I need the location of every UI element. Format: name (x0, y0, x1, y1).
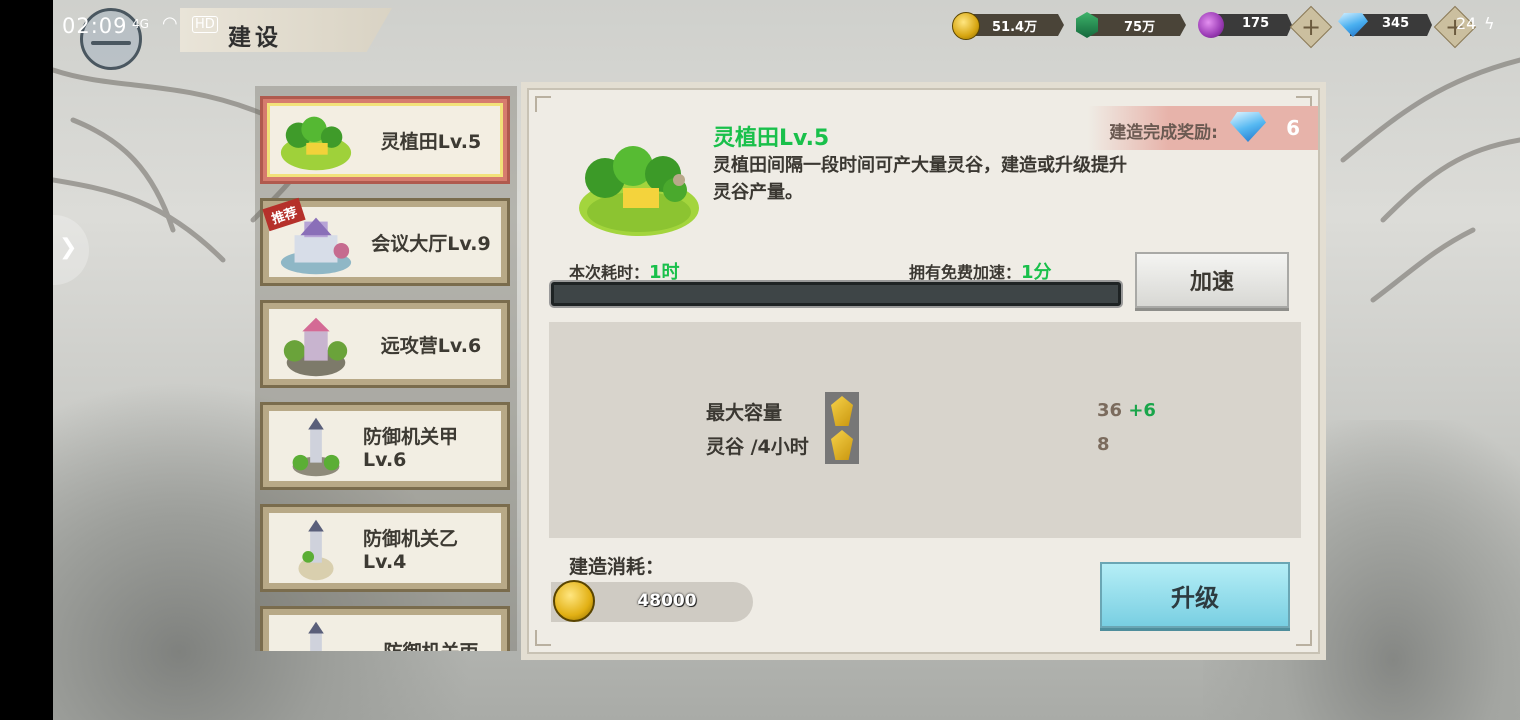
purple-orb-icon (1198, 12, 1224, 38)
building-item-defense-a[interactable]: 防御机关甲Lv.6 (260, 402, 510, 490)
building-item-label: 防御机关乙Lv.4 (363, 527, 459, 573)
gold-coin-icon (553, 580, 595, 622)
build-time-label: 本次耗时： (569, 263, 650, 282)
building-name: 灵植田Lv.5 (713, 126, 830, 151)
stat-value: 36 (1097, 400, 1123, 421)
farm-building-icon (579, 146, 699, 236)
reward-label: 建造完成奖励: (1109, 123, 1218, 143)
build-time: 本次耗时：1时 (569, 258, 680, 284)
stat-value-yield: 8 (1097, 434, 1110, 455)
completion-reward-banner: 建造完成奖励: 6 (1088, 106, 1318, 150)
building-item-label: 防御机关甲Lv.6 (363, 425, 459, 471)
defense-tower-thumbnail-icon (298, 519, 334, 581)
panel-corner (535, 630, 551, 646)
free-speedup-value: 1分 (1021, 262, 1052, 283)
building-item-label: 防御机关丙 (363, 609, 499, 652)
stats-box: 最大容量 36 +6 灵谷 /4小时 8 (549, 322, 1301, 538)
building-item-label: 灵植田Lv.5 (380, 130, 482, 153)
hd-badge: HD (192, 16, 218, 33)
jade-value: 75万 (1124, 20, 1156, 35)
diamond-icon (1230, 112, 1266, 142)
build-cost-label: 建造消耗： (569, 556, 665, 578)
build-cost-value: 48000 (637, 591, 697, 611)
building-item-label: 远攻营Lv.6 (380, 334, 482, 357)
grain-icon (825, 426, 859, 464)
farm-thumbnail-icon (280, 116, 352, 171)
building-description: 灵植田间隔一段时间可产大量灵谷，建造或升级提升灵谷产量。 (713, 155, 1127, 203)
diamond-counter[interactable]: 345 (1336, 10, 1436, 40)
gold-value: 51.4万 (992, 20, 1038, 35)
speedup-button[interactable]: 加速 (1135, 252, 1289, 308)
stat-value-capacity: 36 +6 (1097, 400, 1156, 421)
archery-camp-thumbnail-icon (283, 317, 348, 377)
orb-counter[interactable]: 175 (1196, 10, 1296, 40)
gold-coin-icon (952, 12, 980, 40)
orb-value: 175 (1242, 16, 1270, 31)
building-item-defense-b[interactable]: 防御机关乙Lv.4 (260, 504, 510, 592)
upgrade-button[interactable]: 升级 (1100, 562, 1290, 628)
signal-icon: 4G (132, 17, 149, 31)
build-progress-bar (551, 282, 1121, 306)
building-item-hall[interactable]: 推荐 会议大厅Lv.9 (260, 197, 510, 286)
building-detail-panel: 建造完成奖励: 6 灵植田Lv.5 灵植田间隔一段时间可产大量灵谷，建造或升级提… (521, 82, 1326, 660)
panel-corner (535, 96, 551, 112)
free-speedup-label: 拥有免费加速： (909, 263, 1022, 282)
clock-text: 02:09 (62, 14, 128, 38)
stat-bonus: +6 (1128, 400, 1156, 421)
building-list[interactable]: 灵植田Lv.5 推荐 会议大厅Lv.9 远攻营Lv.6 防御机关甲Lv.6 防御… (255, 86, 517, 651)
grain-icon (825, 392, 859, 430)
page-title: 建设 (228, 25, 282, 51)
stat-label-yield: 灵谷 /4小时 (706, 436, 809, 458)
battery-level: 24 (1456, 14, 1477, 33)
stat-label-capacity: 最大容量 (706, 402, 783, 424)
gold-counter[interactable]: 51.4万 (950, 10, 1070, 40)
defense-tower-thumbnail-icon (308, 621, 324, 651)
wifi-icon: ◠ (162, 13, 178, 34)
charging-icon: ϟ (1484, 14, 1495, 33)
free-speedup: 拥有免费加速：1分 (909, 258, 1052, 284)
building-item-farm[interactable]: 灵植田Lv.5 (260, 96, 510, 184)
diamond-value: 345 (1382, 16, 1410, 31)
reward-value: 6 (1286, 116, 1300, 140)
building-item-archery[interactable]: 远攻营Lv.6 (260, 300, 510, 388)
jade-counter[interactable]: 75万 (1074, 10, 1194, 40)
defense-tower-thumbnail-icon (292, 417, 340, 477)
add-resource-button[interactable]: + (1289, 5, 1333, 49)
panel-corner (1296, 630, 1312, 646)
building-item-defense-c[interactable]: 防御机关丙 (260, 606, 510, 651)
building-item-label: 会议大厅Lv.9 (371, 232, 491, 255)
status-bar: 02:09 4G ◠ HD 建设 51.4万 75万 175 + 345 + 2… (0, 0, 1520, 70)
build-time-value: 1时 (649, 262, 680, 283)
